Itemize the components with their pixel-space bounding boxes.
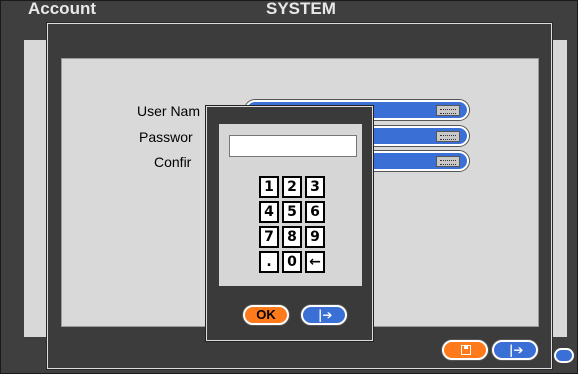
key-7[interactable]: 7 (259, 226, 279, 248)
save-icon (461, 345, 471, 355)
keypad-ok-button[interactable]: OK (243, 305, 289, 325)
window-title-system: SYSTEM (266, 0, 336, 18)
exit-icon: |➔ (509, 343, 524, 357)
background-exit-button[interactable] (554, 348, 574, 363)
keyboard-icon[interactable] (436, 105, 460, 116)
key-4[interactable]: 4 (259, 201, 279, 223)
key-1[interactable]: 1 (259, 176, 279, 198)
key-6[interactable]: 6 (305, 201, 325, 223)
key-3[interactable]: 3 (305, 176, 325, 198)
window-title-account: Account (28, 0, 96, 18)
keypad-exit-button[interactable]: |➔ (301, 305, 347, 325)
exit-button[interactable]: |➔ (492, 340, 538, 360)
exit-icon: |➔ (318, 308, 333, 322)
key-5[interactable]: 5 (282, 201, 302, 223)
keypad-panel: 1 2 3 4 5 6 7 8 9 . 0 ← (219, 124, 362, 286)
keyboard-icon[interactable] (436, 131, 460, 142)
background-panel (552, 40, 567, 337)
keypad-display[interactable] (229, 135, 357, 157)
key-2[interactable]: 2 (282, 176, 302, 198)
password-label: Passwor (139, 129, 193, 145)
key-decimal[interactable]: . (259, 251, 279, 273)
key-8[interactable]: 8 (282, 226, 302, 248)
save-button[interactable] (442, 340, 488, 360)
key-9[interactable]: 9 (305, 226, 325, 248)
background-panel (24, 40, 47, 337)
keyboard-icon[interactable] (436, 156, 460, 167)
key-backspace[interactable]: ← (305, 251, 325, 273)
numeric-keypad-dialog: 1 2 3 4 5 6 7 8 9 . 0 ← OK |➔ (206, 106, 373, 341)
username-label: User Nam (137, 103, 201, 119)
key-0[interactable]: 0 (282, 251, 302, 273)
confirm-label: Confir (154, 154, 192, 170)
